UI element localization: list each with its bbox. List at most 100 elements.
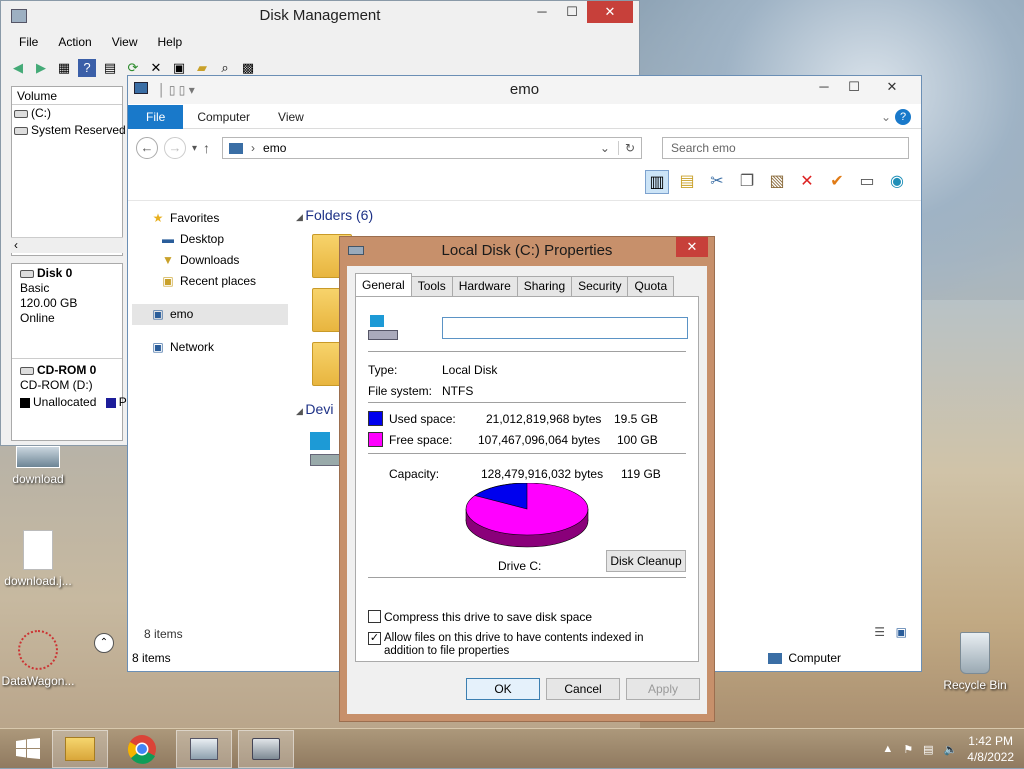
close-button[interactable]: ✕ <box>587 1 633 23</box>
menu-action[interactable]: Action <box>48 33 101 51</box>
address-dropdown-icon[interactable]: ⌄ <box>600 141 610 155</box>
desktop-icon-recycle-bin[interactable]: Recycle Bin <box>937 632 1013 692</box>
details-view-icon[interactable]: ☰ <box>874 625 885 639</box>
properties-icon[interactable]: ▤ <box>101 59 119 77</box>
group-header-devices[interactable]: ◢ Devi <box>296 398 333 422</box>
minimize-button[interactable]: ─ <box>809 76 839 98</box>
network-icon[interactable]: ▤ <box>923 743 933 756</box>
inner-status-text: 8 items <box>144 627 183 641</box>
tab-hardware[interactable]: Hardware <box>451 276 518 296</box>
action-center-icon[interactable]: ⚑ <box>903 743 913 756</box>
copy-icon[interactable]: ❐ <box>735 170 759 194</box>
tab-quota[interactable]: Quota <box>627 276 675 296</box>
clock[interactable]: 1:42 PM 4/8/2022 <box>967 733 1014 765</box>
show-hidden-icons-icon[interactable]: ▲ <box>882 743 893 755</box>
paste-icon[interactable]: ▧ <box>765 170 789 194</box>
taskbar-disk-management[interactable] <box>176 730 232 768</box>
taskbar-chrome[interactable] <box>114 730 170 768</box>
checkmark-icon[interactable]: ✔ <box>825 170 849 194</box>
expand-arrow-icon[interactable]: ⌃ <box>94 633 114 653</box>
minimize-button[interactable]: ─ <box>527 1 557 23</box>
menu-view[interactable]: View <box>102 33 148 51</box>
index-checkbox[interactable]: ✓ <box>368 632 381 645</box>
menu-help[interactable]: Help <box>148 33 193 51</box>
clock-date: 4/8/2022 <box>967 750 1014 764</box>
desktop-icon-download[interactable]: download <box>0 446 76 486</box>
horizontal-scrollbar[interactable]: ‹ <box>11 237 123 253</box>
nav-network[interactable]: ▣ Network <box>132 337 288 358</box>
used-label: Used space: <box>389 412 456 426</box>
nav-label: emo <box>170 307 194 321</box>
preview-pane-icon[interactable]: ▥ <box>645 170 669 194</box>
recent-locations-icon[interactable]: ▾ <box>192 143 197 154</box>
delete-icon[interactable]: ✕ <box>795 170 819 194</box>
cancel-button[interactable]: Cancel <box>546 678 620 700</box>
back-icon[interactable]: ◀ <box>9 59 27 77</box>
tab-security[interactable]: Security <box>571 276 629 296</box>
breadcrumb: emo <box>263 141 287 155</box>
nav-downloads[interactable]: ▼ Downloads <box>132 250 288 271</box>
drive-name-input[interactable] <box>442 317 688 339</box>
address-bar[interactable]: › emo ⌄ ↻ <box>222 137 643 159</box>
volume-muted-icon[interactable]: 🔈 <box>944 743 958 756</box>
volume-row[interactable]: (C:) <box>12 105 122 122</box>
collapse-icon[interactable]: ◢ <box>296 406 305 416</box>
globe-icon[interactable]: ◉ <box>885 170 909 194</box>
large-icons-view-icon[interactable]: ▣ <box>896 625 907 639</box>
tab-general[interactable]: General <box>355 273 412 296</box>
nav-label: Favorites <box>170 211 220 225</box>
disk-icon <box>20 269 34 278</box>
refresh-icon[interactable]: ↻ <box>617 141 641 155</box>
tab-file[interactable]: File <box>128 104 184 129</box>
tab-computer[interactable]: Computer <box>183 105 264 129</box>
compress-checkbox[interactable] <box>368 610 381 623</box>
help-icon[interactable]: ? <box>78 59 96 77</box>
group-header-folders[interactable]: ◢ Folders (6) <box>296 204 911 228</box>
column-header-volume[interactable]: Volume <box>12 87 122 105</box>
console-tree-icon[interactable]: ▦ <box>55 59 73 77</box>
nav-desktop[interactable]: ▬ Desktop <box>132 229 288 250</box>
help-button[interactable]: ? <box>895 108 911 125</box>
nav-favorites[interactable]: ★ Favorites <box>132 208 288 229</box>
nav-recent-places[interactable]: ▣ Recent places <box>132 271 288 292</box>
back-button[interactable]: ← <box>136 137 158 159</box>
collapse-icon[interactable]: ◢ <box>296 212 305 222</box>
tab-view[interactable]: View <box>264 105 318 129</box>
tab-tools[interactable]: Tools <box>410 276 453 296</box>
desktop-icon-download-file[interactable]: download.j... <box>0 530 76 588</box>
close-button[interactable]: ✕ <box>676 237 708 257</box>
forward-button[interactable]: → <box>164 137 186 159</box>
local-disk-icon[interactable] <box>310 432 342 468</box>
up-button[interactable]: ↑ <box>203 140 210 156</box>
desktop-icon: ▬ <box>162 232 174 246</box>
volume-name: System Reserved <box>31 123 126 137</box>
rename-icon[interactable]: ▭ <box>855 170 879 194</box>
start-button[interactable] <box>0 730 56 768</box>
volume-row[interactable]: System Reserved <box>12 122 126 139</box>
cdrom-info[interactable]: CD-ROM 0 CD-ROM (D:) <box>12 358 122 395</box>
search-input[interactable]: Search emo <box>662 137 909 159</box>
nav-label: Desktop <box>180 232 225 246</box>
close-button[interactable]: ✕ <box>869 76 915 98</box>
properties-icon[interactable]: ▤ <box>675 170 699 194</box>
nav-computer[interactable]: ▣ emo <box>132 304 288 325</box>
taskbar-drive-properties[interactable] <box>238 730 294 768</box>
disk-0-info[interactable]: Disk 0 Basic 120.00 GB Online <box>12 264 122 328</box>
nav-label: Recent places <box>180 274 257 288</box>
recent-places-icon: ▣ <box>162 274 174 288</box>
cut-icon[interactable]: ✂ <box>705 170 729 194</box>
computer-icon <box>134 82 148 94</box>
menu-file[interactable]: File <box>9 33 48 51</box>
disk-cleanup-button[interactable]: Disk Cleanup <box>606 550 686 572</box>
scroll-left-icon[interactable]: ‹ <box>11 238 18 252</box>
desktop-icon-datawagon[interactable]: DataWagon... <box>0 630 76 688</box>
tab-sharing[interactable]: Sharing <box>516 276 573 296</box>
ok-button[interactable]: OK <box>466 678 540 700</box>
expand-ribbon-icon[interactable]: ⌄ <box>881 110 891 124</box>
maximize-button[interactable]: ☐ <box>557 1 587 23</box>
forward-icon[interactable]: ▶ <box>32 59 50 77</box>
taskbar-file-explorer[interactable] <box>52 730 108 768</box>
apply-button[interactable]: Apply <box>626 678 700 700</box>
maximize-button[interactable]: ☐ <box>839 76 869 98</box>
breadcrumb-separator-icon: › <box>251 141 256 155</box>
